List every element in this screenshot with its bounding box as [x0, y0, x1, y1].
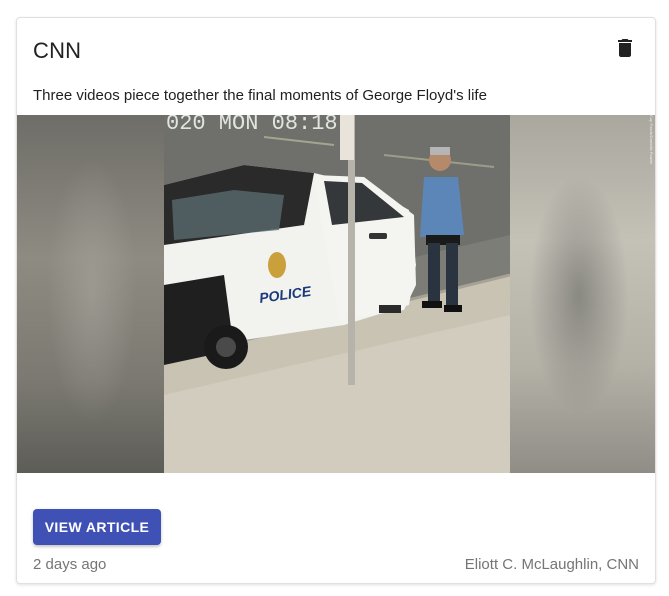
- video-timestamp-overlay: 020 MON 08:18: [166, 115, 338, 136]
- article-card: CNN Three videos piece together the fina…: [16, 17, 656, 584]
- view-article-button[interactable]: VIEW ARTICLE: [33, 509, 161, 545]
- published-time: 2 days ago: [33, 556, 107, 573]
- article-source: CNN: [33, 38, 82, 63]
- delete-button[interactable]: [613, 36, 637, 60]
- image-blur-right: [509, 115, 655, 473]
- article-author: Eliott C. McLaughlin, CNN: [464, 556, 639, 573]
- scene-illustration: POLICE 020 MON 08:18: [164, 115, 510, 473]
- article-headline: Three videos piece together the final mo…: [33, 87, 487, 104]
- video-still: POLICE 020 MON 08:18: [164, 115, 510, 473]
- delete-icon: [618, 39, 632, 57]
- image-blur-left: [17, 115, 165, 473]
- image-credit: Cup Foods/Darnella Frazier: [649, 115, 654, 165]
- article-image: POLICE 020 MON 08:18 Cup Foods/Darnella …: [17, 115, 655, 473]
